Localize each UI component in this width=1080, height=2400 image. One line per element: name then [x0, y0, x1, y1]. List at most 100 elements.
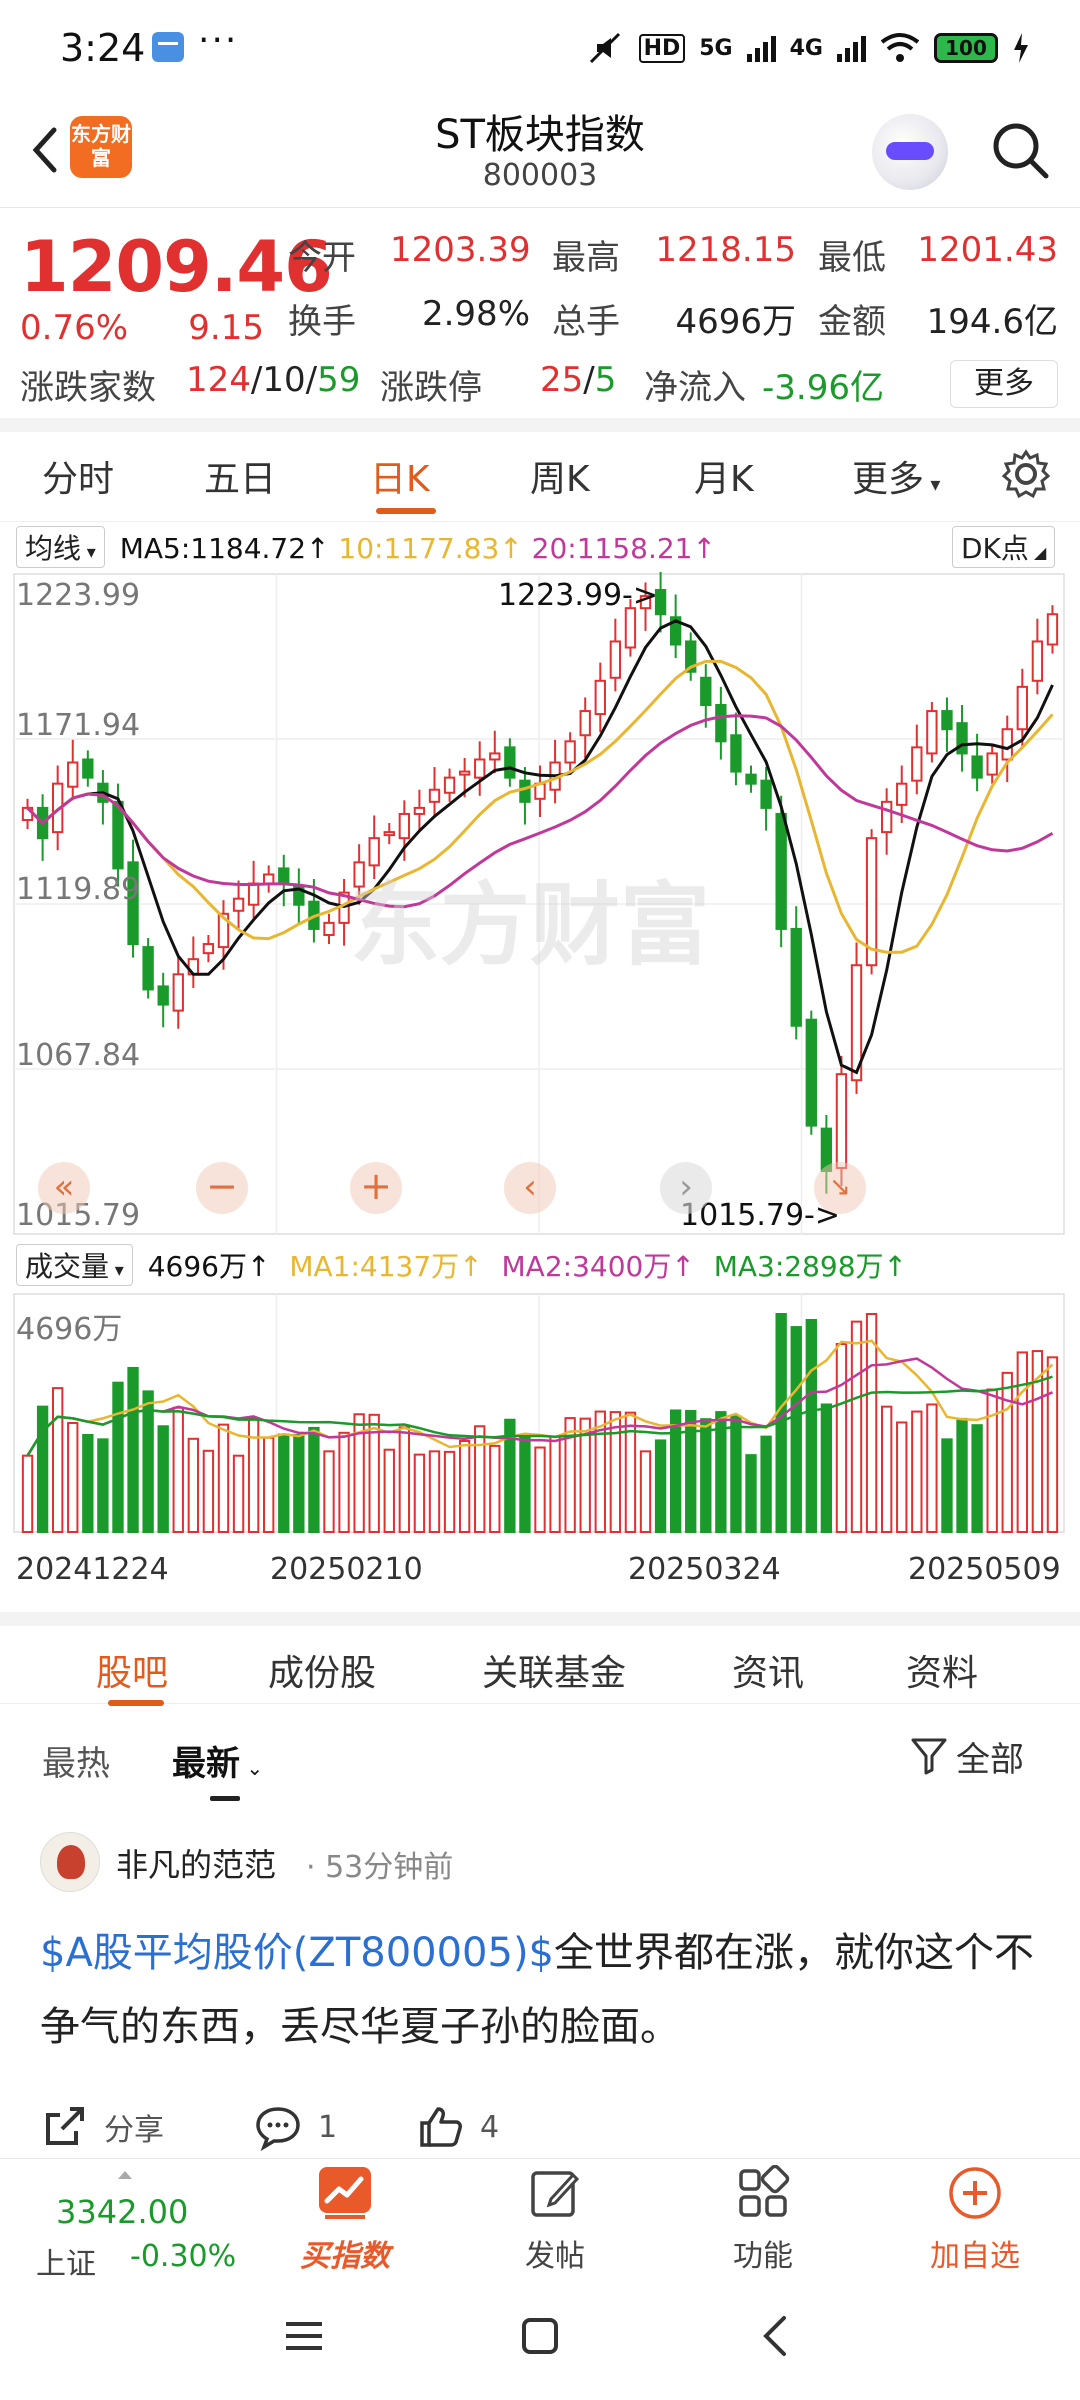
menu-icon[interactable] — [284, 2316, 324, 2356]
volume-bar — [232, 1454, 245, 1534]
tab-forum[interactable]: 股吧 — [96, 1644, 168, 1696]
volume-bar — [187, 1437, 200, 1533]
scroll-right-icon[interactable]: › — [660, 1162, 712, 1214]
volume-legend: 成交量 ▾ 4696万↑ MA1:4137万↑ MA2:3400万↑ MA3:2… — [16, 1244, 907, 1286]
volume-bar — [790, 1326, 802, 1534]
volume-bar — [443, 1450, 456, 1534]
reset-view-icon[interactable]: ↘ — [814, 1162, 866, 1214]
index-value: 3342.00 — [56, 2193, 189, 2231]
candle-body — [1016, 685, 1028, 731]
share-button[interactable]: 分享 — [40, 2102, 164, 2152]
volume-bar — [760, 1435, 772, 1533]
comment-button[interactable]: 1 — [254, 2102, 337, 2152]
sort-new[interactable]: 最新 ⌄ — [172, 1736, 263, 1785]
limit-label: 涨跌停 — [380, 368, 482, 408]
like-button[interactable]: 4 — [416, 2102, 499, 2152]
volume-bar — [534, 1446, 546, 1534]
volume-bar — [489, 1444, 501, 1534]
gear-icon[interactable] — [1000, 448, 1052, 500]
share-icon — [46, 2107, 84, 2145]
kline-svg[interactable] — [0, 522, 1080, 1612]
high-label: 最高 — [552, 238, 620, 278]
last-price: 1209.46 — [20, 226, 333, 308]
functions-button[interactable]: 功能 — [688, 2164, 838, 2275]
volume-bar — [685, 1410, 697, 1534]
tab-monthly-k[interactable]: 月K — [694, 450, 754, 502]
sort-new-label: 最新 — [172, 1744, 240, 1784]
zoom-out-icon[interactable]: − — [196, 1162, 248, 1214]
volume-bar — [1001, 1371, 1013, 1533]
price-tick-2: 1171.94 — [16, 708, 141, 743]
tab-more-periods[interactable]: 更多 ▾ — [852, 450, 940, 502]
kline-chart[interactable]: 均线 ▾ MA5:1184.72↑ 10:1177.83↑ 20:1158.21… — [0, 522, 1080, 1612]
battery-icon: 100 — [934, 33, 998, 63]
volume-bar — [308, 1426, 320, 1534]
like-count: 4 — [480, 2109, 500, 2145]
forum-post[interactable]: 非凡的范范 · 53分钟前 $A股平均股价(ZT800005)$全世界都在涨，就… — [0, 1812, 1080, 2158]
turnover-value: 2.98% — [421, 294, 530, 334]
volume-bar — [609, 1411, 622, 1533]
high-marker: 1223.99-> — [498, 578, 659, 613]
tab-news[interactable]: 资讯 — [732, 1644, 804, 1696]
buy-index-label: 买指数 — [300, 2239, 390, 2274]
avatar[interactable] — [40, 1832, 100, 1892]
candle-body — [157, 985, 169, 1006]
assistant-robot-icon[interactable] — [872, 114, 948, 190]
tab-intraday[interactable]: 分时 — [42, 450, 114, 502]
volume-bar — [971, 1424, 983, 1533]
limit-values: 25/5 — [540, 360, 616, 400]
tab-related-funds[interactable]: 关联基金 — [482, 1644, 626, 1696]
ma5-value: MA5:1184.72↑ — [119, 532, 330, 565]
tab-daily-k[interactable]: 日K — [370, 450, 430, 502]
candle-body — [323, 921, 335, 936]
change-value: 9.15 — [188, 308, 264, 348]
home-icon[interactable] — [520, 2316, 560, 2356]
low-label: 最低 — [818, 238, 886, 278]
candle-body — [926, 710, 938, 755]
volume-value: 4696万 — [675, 302, 796, 342]
tab-weekly-k[interactable]: 周K — [530, 450, 590, 502]
volume-bar — [142, 1390, 154, 1534]
more-button[interactable]: 更多 — [950, 360, 1058, 408]
volume-bar — [157, 1425, 169, 1534]
dk-points-button[interactable]: DK点 ◢ — [952, 526, 1056, 568]
sort-underline — [210, 1796, 240, 1801]
volume-bar — [549, 1435, 561, 1533]
volume-bar — [654, 1439, 667, 1533]
candle-body — [880, 800, 893, 834]
zoom-in-icon[interactable]: + — [350, 1162, 402, 1214]
candle-body — [474, 758, 486, 779]
limit-sep: / — [583, 360, 595, 400]
tab-profile[interactable]: 资料 — [906, 1644, 978, 1696]
post-body[interactable]: $A股平均股价(ZT800005)$全世界都在涨，就你这个不争气的东西，丢尽华夏… — [40, 1916, 1050, 2064]
post-username[interactable]: 非凡的范范 — [116, 1840, 276, 1886]
more-notifications-icon: ··· — [198, 20, 239, 61]
volume-bar — [127, 1366, 139, 1534]
filter-all[interactable]: 全部 — [910, 1734, 1024, 1780]
corner-triangle-icon: ◢ — [1028, 543, 1047, 562]
candle-body — [67, 761, 79, 788]
sort-hot[interactable]: 最热 — [42, 1736, 110, 1785]
post-button[interactable]: 发帖 — [480, 2165, 630, 2275]
search-icon[interactable] — [988, 118, 1052, 182]
add-watchlist-button[interactable]: 加自选 — [900, 2165, 1050, 2275]
buy-index-button[interactable]: 买指数 — [270, 2165, 420, 2275]
date-label-2: 20250210 — [270, 1552, 423, 1587]
chevron-down-icon: ▾ — [81, 542, 96, 563]
tab-constituents[interactable]: 成份股 — [268, 1644, 376, 1696]
candle-body — [986, 752, 998, 776]
post-stock-link[interactable]: $A股平均股价(ZT800005)$ — [40, 1930, 554, 1976]
tab-five-day[interactable]: 五日 — [204, 450, 276, 502]
volume-bar — [293, 1433, 305, 1533]
filter-label: 全部 — [956, 1739, 1024, 1780]
nav-back-icon[interactable] — [756, 2314, 796, 2358]
4g-label: 4G — [789, 35, 823, 61]
signal-4g-icon — [837, 34, 866, 62]
scroll-left-icon[interactable]: ‹ — [504, 1162, 556, 1214]
scroll-first-icon[interactable]: « — [38, 1162, 90, 1214]
volume-selector[interactable]: 成交量 ▾ — [16, 1244, 133, 1286]
amount-value: 194.6亿 — [926, 302, 1058, 342]
dk-points-toggle[interactable]: DK点 ◢ — [952, 526, 1056, 568]
ma-selector[interactable]: 均线 ▾ — [16, 526, 105, 568]
price-tick-4: 1067.84 — [16, 1038, 141, 1073]
